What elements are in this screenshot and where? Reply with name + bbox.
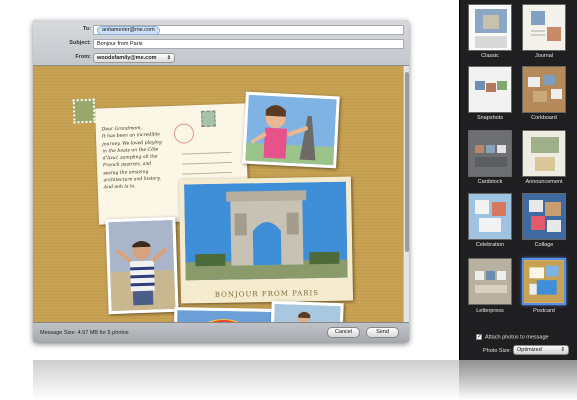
to-label: To:	[82, 26, 91, 32]
template-snapshots[interactable]	[468, 66, 512, 113]
photo-image	[245, 94, 337, 166]
chevron-updown-icon: ⇕	[560, 347, 565, 353]
template-letterpress[interactable]	[468, 258, 512, 305]
photo-image	[184, 181, 348, 281]
template-celebration[interactable]	[468, 193, 512, 240]
template-corkboard[interactable]	[522, 66, 566, 113]
stationery-canvas: Dear Grandmom, It has been an incredible…	[33, 66, 409, 322]
message-size-text: Message Size: 4.97 MB for 5 photos	[40, 330, 129, 336]
template-label: Classic	[481, 53, 499, 59]
postage-stamp-icon	[72, 98, 96, 124]
to-row: To: anitamerier@me.com	[33, 25, 409, 37]
attach-photos-option[interactable]: Attach photos to message	[476, 333, 549, 341]
template-label: Collage	[534, 242, 554, 248]
cancel-button[interactable]: Cancel	[327, 327, 360, 338]
template-label: Postcard	[533, 308, 555, 314]
template-cardstock[interactable]	[468, 130, 512, 177]
template-collage[interactable]	[522, 193, 566, 240]
scrollbar-thumb[interactable]	[405, 72, 409, 252]
photo-size-label: Photo Size:	[483, 348, 512, 354]
chevron-updown-icon: ⇕	[166, 55, 171, 61]
template-classic[interactable]	[468, 4, 512, 51]
from-value: woodsfamily@me.com	[97, 55, 157, 61]
from-row: From: woodsfamily@me.com ⇕	[33, 53, 409, 65]
photo-image	[273, 303, 341, 322]
stationery-sidebar: Classic Journal Snapshots Corkboard Card…	[459, 0, 577, 360]
postcard-message[interactable]: Dear Grandmom, It has been an incredible…	[102, 124, 180, 192]
template-label: Announcement	[525, 179, 563, 185]
stamp-icon	[201, 110, 216, 127]
subject-label: Subject:	[69, 40, 91, 46]
photo-umbrella[interactable]	[173, 307, 275, 322]
vertical-scrollbar[interactable]	[403, 66, 409, 322]
from-label: From:	[75, 54, 91, 60]
template-journal[interactable]	[522, 4, 566, 51]
subject-row: Subject: Bonjour from Paris	[33, 39, 409, 51]
attach-checkbox[interactable]	[476, 333, 482, 340]
screenshot-stage: To: anitamerier@me.com Subject: Bonjour …	[0, 0, 577, 400]
from-popup[interactable]: woodsfamily@me.com ⇕	[93, 53, 175, 63]
photo-image	[176, 310, 272, 322]
template-label: Snapshots	[477, 115, 503, 121]
subject-field[interactable]: Bonjour from Paris	[93, 39, 404, 49]
message-line: And ooh la la.	[103, 184, 136, 191]
template-label: Corkboard	[531, 115, 557, 121]
template-label: Letterpress	[476, 308, 504, 314]
mail-compose-window: To: anitamerier@me.com Subject: Bonjour …	[33, 20, 409, 342]
send-button[interactable]: Send	[366, 327, 399, 338]
photo-boy[interactable]	[105, 216, 179, 315]
postcard-banner: BONJOUR FROM PARIS	[214, 289, 320, 299]
attach-label: Attach photos to message	[485, 334, 549, 341]
template-postcard[interactable]	[522, 258, 566, 305]
photo-girl-eiffel[interactable]	[242, 91, 340, 169]
compose-footer: Message Size: 4.97 MB for 5 photos Cance…	[33, 322, 409, 342]
photo-girls[interactable]	[270, 300, 344, 322]
message-header: To: anitamerier@me.com Subject: Bonjour …	[33, 20, 409, 66]
to-field[interactable]: anitamerier@me.com	[93, 25, 404, 35]
template-label: Journal	[534, 53, 554, 59]
template-announcement[interactable]	[522, 130, 566, 177]
template-label: Cardstock	[477, 179, 503, 185]
recipient-token[interactable]: anitamerier@me.com	[97, 26, 160, 35]
template-label: Celebration	[475, 242, 505, 248]
photo-size-value: Optimized	[517, 347, 542, 353]
sidebar-reflection	[459, 360, 577, 400]
photo-size-popup[interactable]: Optimized ⇕	[513, 345, 569, 355]
photo-arc-de-triomphe[interactable]: BONJOUR FROM PARIS	[178, 176, 354, 304]
photo-image	[108, 219, 176, 312]
